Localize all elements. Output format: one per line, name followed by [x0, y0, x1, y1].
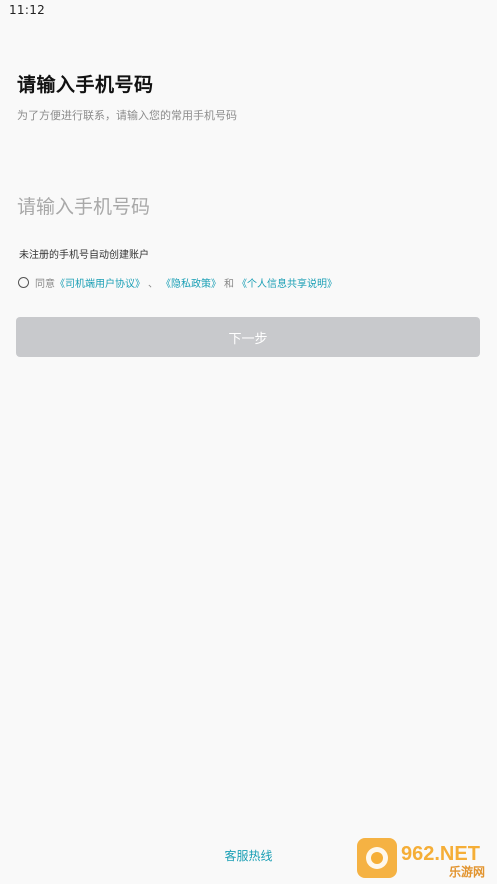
- agreement-conjunction: 和: [224, 279, 234, 290]
- site-watermark-logo: 962.NET 乐游网: [357, 836, 491, 880]
- privacy-policy-link[interactable]: 《隐私政策》: [161, 275, 221, 290]
- watermark-logo-icon: 962.NET 乐游网: [357, 838, 485, 879]
- auto-register-hint: 未注册的手机号自动创建账户: [19, 250, 149, 261]
- page-title: 请输入手机号码: [17, 74, 154, 96]
- page-subtitle: 为了方便进行联系，请输入您的常用手机号码: [17, 109, 237, 122]
- info-sharing-link[interactable]: 《个人信息共享说明》: [237, 275, 337, 290]
- status-bar: 11:12: [0, 0, 497, 22]
- agreement-row: 同意 《司机端用户协议》 、 《隐私政策》 和 《个人信息共享说明》: [18, 275, 337, 290]
- phone-input[interactable]: [17, 190, 477, 224]
- svg-text:乐游网: 乐游网: [449, 864, 485, 879]
- status-time: 11:12: [9, 3, 46, 17]
- agreement-radio[interactable]: [18, 277, 29, 288]
- svg-text:962.NET: 962.NET: [401, 843, 480, 865]
- agreement-prefix: 同意: [35, 279, 55, 290]
- agreement-separator: 、: [148, 279, 158, 290]
- next-step-button[interactable]: 下一步: [16, 317, 480, 357]
- driver-agreement-link[interactable]: 《司机端用户协议》: [55, 275, 145, 290]
